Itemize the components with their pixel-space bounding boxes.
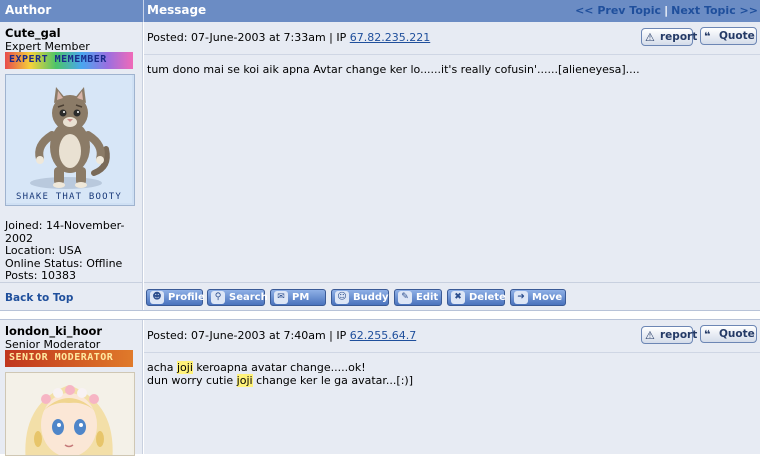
prev-topic-link[interactable]: << Prev Topic <box>575 4 661 17</box>
post1-action-bar: ☻ Profile ⚲ Search ✉ PM ☺ Buddy ✎ Edit ✖ Delet… <box>144 282 760 310</box>
trash-icon: ✖ <box>451 291 465 304</box>
buddy-label: Buddy <box>353 292 389 303</box>
delete-label: Delete <box>469 292 506 303</box>
profile-icon: ☻ <box>150 291 164 304</box>
post2-divider <box>144 352 760 353</box>
profile-button[interactable]: ☻ Profile <box>146 289 205 306</box>
post1-footer-author: Back to Top <box>0 282 143 310</box>
author-column-header: Author <box>0 0 143 22</box>
move-icon: ➜ <box>514 291 528 304</box>
pm-label: PM <box>292 292 310 303</box>
report-icon: ⚠ <box>645 31 655 44</box>
post1-quote-button[interactable]: ❝ Quote <box>700 27 757 45</box>
next-topic-link[interactable]: Next Topic >> <box>671 4 758 17</box>
search-label: Search <box>229 292 268 303</box>
post1-avatar: SHAKE THAT BOOTY <box>5 74 135 206</box>
post1-posts: Posts: 10383 <box>5 269 76 282</box>
post1-message-text: tum dono mai se koi aik apna Avtar chang… <box>147 63 640 76</box>
report-label: report <box>660 31 698 43</box>
message-column-header: Message << Prev Topic | Next Topic >> <box>143 0 760 22</box>
post2-line1-start: acha <box>147 361 177 374</box>
back-to-top-link[interactable]: Back to Top <box>5 292 73 304</box>
post2-message-line2: dun worry cutie joji change ker le ga av… <box>147 374 413 387</box>
post1-location: Location: USA <box>5 244 82 257</box>
delete-button[interactable]: ✖ Delete <box>447 289 506 306</box>
highlighted-word: joji <box>177 361 193 374</box>
anime-girl-image <box>6 373 132 455</box>
quote-icon: ❝ <box>704 328 711 341</box>
post2-report-button[interactable]: ⚠ report <box>641 326 697 344</box>
post2-line2-end: change ker le ga avatar...[:)] <box>252 374 413 387</box>
move-button[interactable]: ➜ Move <box>510 289 566 306</box>
search-button[interactable]: ⚲ Search <box>207 289 268 306</box>
quote-icon: ❝ <box>704 30 711 43</box>
post2-line1-end: keroapna avatar change.....ok! <box>192 361 366 374</box>
post1-message-cell: Posted: 07-June-2003 at 7:33am | IP 67.8… <box>144 22 760 282</box>
topic-nav-separator: | <box>664 4 669 17</box>
post1-posted-line: Posted: 07-June-2003 at 7:33am | IP 67.8… <box>147 31 430 44</box>
post2-posted-line: Posted: 07-June-2003 at 7:40am | IP 62.2… <box>147 329 416 342</box>
post2-line2-start: dun worry cutie <box>147 374 237 387</box>
profile-label: Profile <box>168 292 205 303</box>
post2-author-cell: london_ki_hoor Senior Moderator SENIOR M… <box>0 320 143 456</box>
post1-ip-link[interactable]: 67.82.235.221 <box>350 31 430 44</box>
post1-username[interactable]: Cute_gal <box>5 26 61 40</box>
post2-message-line1: acha joji keroapna avatar change.....ok! <box>147 361 366 374</box>
post1-divider <box>144 54 760 55</box>
post2-username[interactable]: london_ki_hoor <box>5 324 102 338</box>
post1-author-cell: Cute_gal Expert Member EXPERT MEMEMBER S… <box>0 22 143 282</box>
post1-rank-badge-text: EXPERT MEMEMBER <box>9 54 107 65</box>
topic-navigation: << Prev Topic | Next Topic >> <box>575 4 758 17</box>
post2-message-cell: Posted: 07-June-2003 at 7:40am | IP 62.2… <box>144 320 760 454</box>
post2-rank-badge: SENIOR MODERATOR <box>5 350 133 367</box>
pencil-icon: ✎ <box>398 291 412 304</box>
report-icon: ⚠ <box>645 329 655 342</box>
post-separator <box>0 310 760 320</box>
pm-icon: ✉ <box>274 291 288 304</box>
buddy-icon: ☺ <box>335 291 349 304</box>
post2-avatar <box>5 372 135 456</box>
avatar-caption: SHAKE THAT BOOTY <box>16 192 122 202</box>
author-header-label: Author <box>5 3 52 17</box>
post1-joined: Joined: 14-November- <box>5 219 125 232</box>
post2-ip-link[interactable]: 62.255.64.7 <box>350 329 416 342</box>
report-label: report <box>660 329 698 341</box>
quote-label: Quote <box>719 328 755 340</box>
post2-posted-date: Posted: 07-June-2003 at 7:40am | IP <box>147 329 347 342</box>
post2-quote-button[interactable]: ❝ Quote <box>700 325 757 343</box>
post1-user-info: Joined: 14-November- 2002 Location: USA … <box>5 219 125 283</box>
pm-button[interactable]: ✉ PM <box>270 289 326 306</box>
edit-label: Edit <box>416 292 439 303</box>
edit-button[interactable]: ✎ Edit <box>394 289 442 306</box>
dancing-cat-image: SHAKE THAT BOOTY <box>6 75 132 203</box>
message-header-label: Message <box>147 3 207 17</box>
post2-rank-badge-text: SENIOR MODERATOR <box>9 352 114 363</box>
highlighted-word: joji <box>236 374 253 387</box>
quote-label: Quote <box>719 30 755 42</box>
buddy-button[interactable]: ☺ Buddy <box>331 289 389 306</box>
move-label: Move <box>532 292 563 303</box>
search-icon: ⚲ <box>211 291 225 304</box>
post1-posted-date: Posted: 07-June-2003 at 7:33am | IP <box>147 31 347 44</box>
post1-rank-badge: EXPERT MEMEMBER <box>5 52 133 69</box>
post1-report-button[interactable]: ⚠ report <box>641 28 697 46</box>
